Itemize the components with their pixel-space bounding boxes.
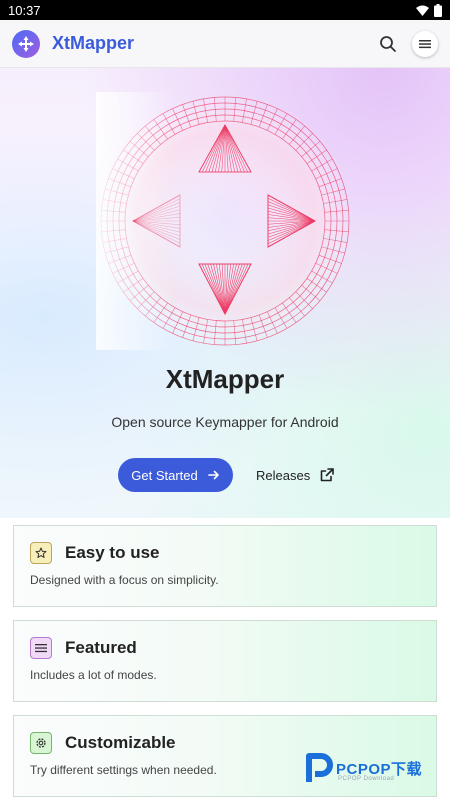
feature-title: Featured <box>65 638 137 657</box>
status-time: 10:37 <box>8 2 41 18</box>
feature-title: Easy to use <box>65 543 160 562</box>
star-icon <box>30 542 52 564</box>
hero-title: XtMapper <box>165 364 285 394</box>
feature-title: Customizable <box>65 733 176 752</box>
feature-description: Designed with a focus on simplicity. <box>30 573 219 587</box>
get-started-label: Get Started <box>131 467 198 483</box>
status-bar: 10:37 <box>0 0 450 20</box>
get-started-button[interactable]: Get Started <box>118 458 233 492</box>
list-icon <box>30 637 52 659</box>
feature-description: Try different settings when needed. <box>30 763 217 777</box>
releases-link[interactable]: Releases <box>256 458 335 492</box>
app-title[interactable]: XtMapper <box>52 33 134 54</box>
app-logo-icon[interactable] <box>12 29 40 58</box>
search-icon <box>380 35 396 52</box>
feature-card-easy-to-use: Easy to use Designed with a focus on sim… <box>13 525 437 607</box>
hero-subtitle: Open source Keymapper for Android <box>111 414 339 430</box>
releases-label: Releases <box>256 467 311 483</box>
top-navbar: XtMapper <box>0 20 450 68</box>
xtmapper-logo-art <box>96 92 354 350</box>
pcpop-logo-icon <box>306 753 333 782</box>
search-button[interactable] <box>374 30 402 58</box>
battery-icon <box>434 3 442 17</box>
watermark-subtitle: PCPOP Download <box>338 776 395 782</box>
feature-description: Includes a lot of modes. <box>30 668 157 682</box>
external-link-icon <box>320 468 335 482</box>
settings-icon <box>30 732 52 754</box>
menu-icon <box>419 39 431 48</box>
arrow-right-icon <box>207 470 219 480</box>
status-icons <box>416 3 442 17</box>
feature-card-featured: Featured Includes a lot of modes. <box>13 620 437 702</box>
wifi-icon <box>416 5 429 16</box>
pcpop-watermark: PCPOP下载 PCPOP Download <box>304 752 444 786</box>
menu-button[interactable] <box>412 30 438 57</box>
hero-section: XtMapper Open source Keymapper for Andro… <box>0 68 450 518</box>
